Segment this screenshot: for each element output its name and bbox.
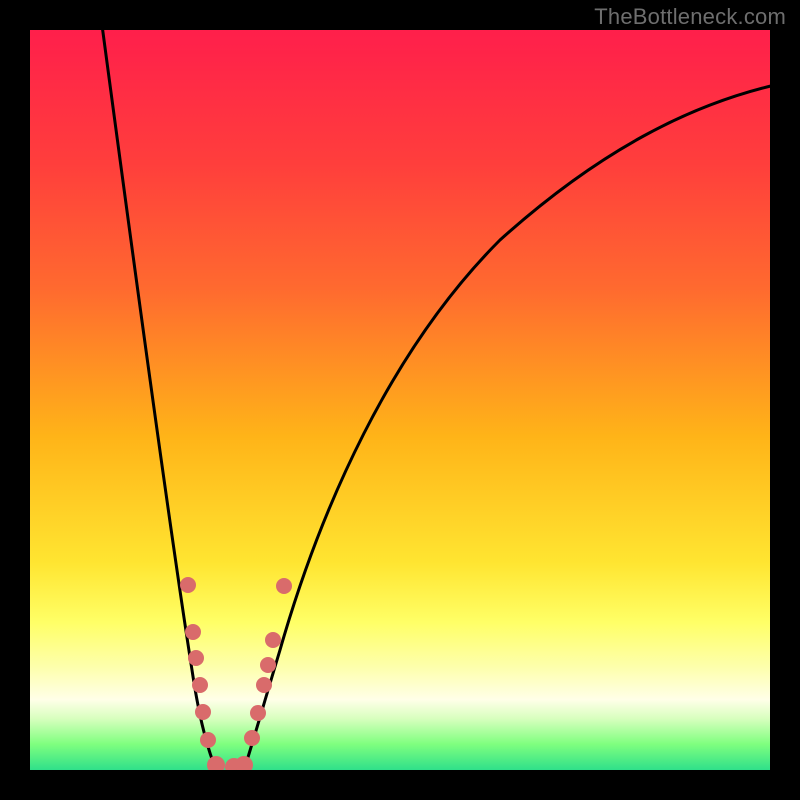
plot-area bbox=[30, 30, 770, 770]
marker-point bbox=[276, 578, 292, 594]
marker-point bbox=[195, 704, 211, 720]
marker-point bbox=[256, 677, 272, 693]
marker-point bbox=[180, 577, 196, 593]
marker-point bbox=[260, 657, 276, 673]
gradient-background bbox=[30, 30, 770, 770]
marker-point bbox=[192, 677, 208, 693]
marker-point bbox=[265, 632, 281, 648]
watermark-text: TheBottleneck.com bbox=[594, 4, 786, 30]
marker-point bbox=[250, 705, 266, 721]
marker-point bbox=[244, 730, 260, 746]
marker-point bbox=[200, 732, 216, 748]
chart-frame: TheBottleneck.com bbox=[0, 0, 800, 800]
marker-point bbox=[188, 650, 204, 666]
chart-svg bbox=[30, 30, 770, 770]
marker-point bbox=[185, 624, 201, 640]
